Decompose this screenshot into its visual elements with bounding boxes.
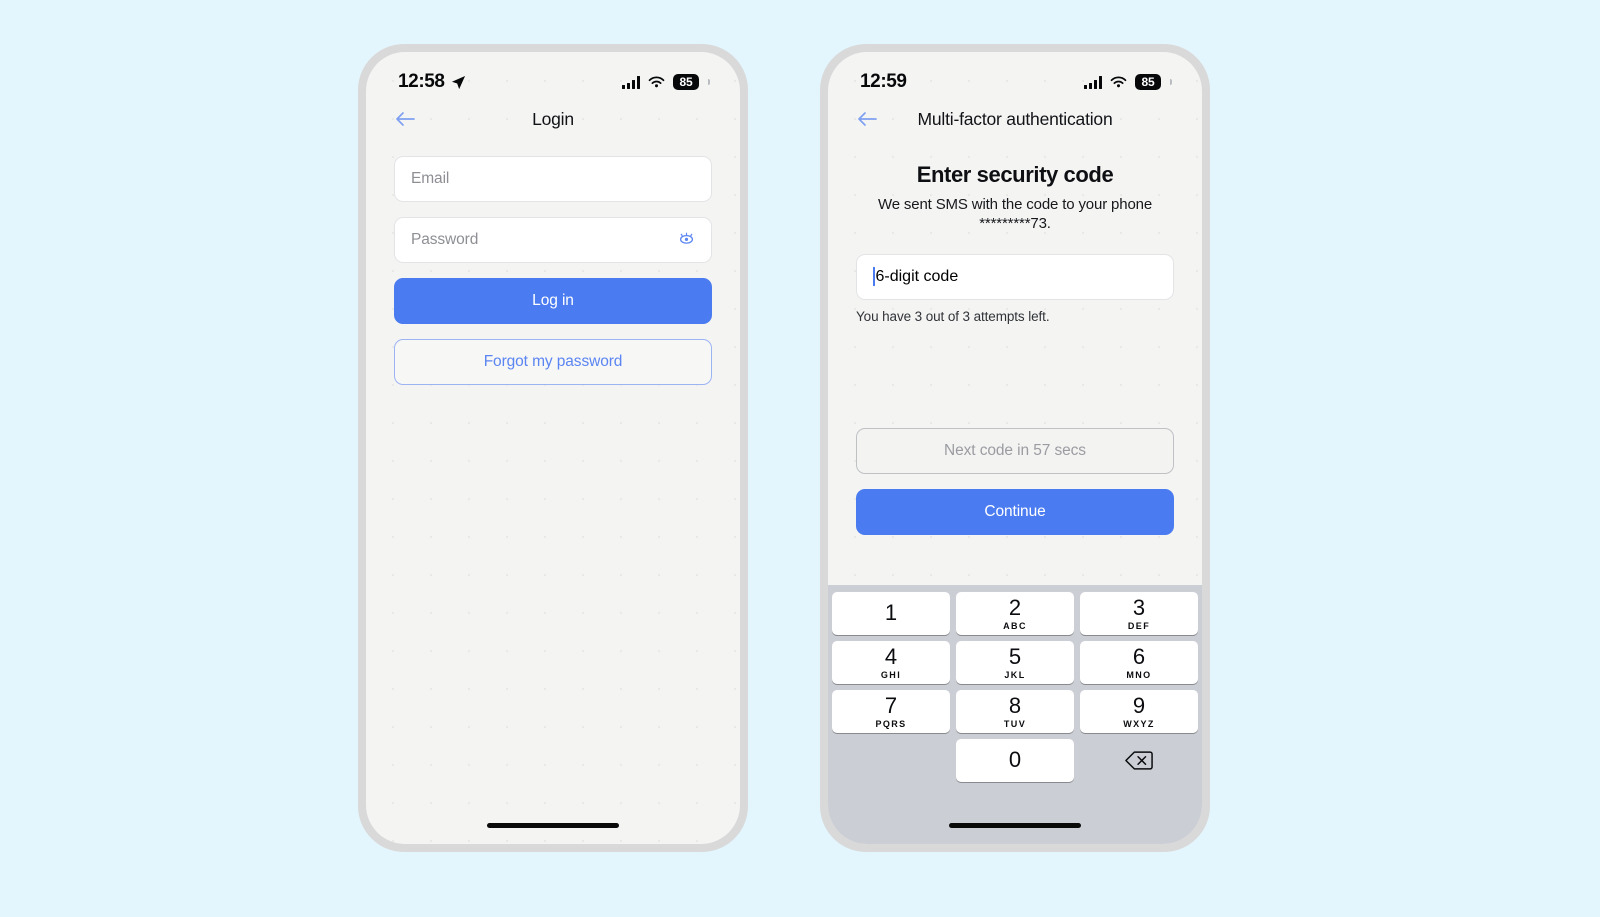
key-8[interactable]: 8 TUV — [956, 690, 1074, 733]
key-number: 1 — [884, 599, 898, 625]
home-indicator-mfa — [949, 823, 1081, 828]
attempts-text: You have 3 out of 3 attempts left. — [856, 308, 1050, 324]
back-arrow-icon — [858, 112, 877, 126]
numeric-keypad: 1 2 ABC 3 DEF 4 GHI 5 JKL 6 MNO 7 PQRS 8… — [828, 585, 1202, 844]
nav-bar-login: Login — [366, 98, 740, 140]
phone-mfa: 12:59 85 Multi-factor authentication Ent… — [820, 44, 1210, 852]
key-letters: WXYZ — [1123, 718, 1155, 729]
key-letters: GHI — [880, 669, 902, 680]
code-input[interactable]: 6-digit code — [856, 253, 1174, 300]
key-number: 6 — [1132, 643, 1146, 669]
key-delete[interactable] — [1080, 739, 1198, 782]
key-4[interactable]: 4 GHI — [832, 641, 950, 684]
mfa-heading: Enter security code — [916, 162, 1114, 187]
key-number: 2 — [1008, 594, 1022, 620]
status-time-group: 12:58 — [398, 71, 466, 93]
page-title-mfa: Multi-factor authentication — [917, 108, 1113, 129]
key-number: 8 — [1008, 692, 1022, 718]
key-2[interactable]: 2 ABC — [956, 592, 1074, 635]
login-button[interactable]: Log in — [394, 278, 712, 324]
keypad-row-4: 0 — [832, 739, 1198, 782]
backspace-icon — [1125, 751, 1153, 770]
wifi-icon — [1110, 76, 1127, 87]
status-bar-login: 12:58 85 — [366, 52, 740, 98]
password-field[interactable]: Password — [394, 217, 712, 263]
key-3[interactable]: 3 DEF — [1080, 592, 1198, 635]
login-form: Email Password Log in Forgot my password — [366, 140, 740, 385]
email-field[interactable]: Email — [394, 156, 712, 202]
page-canvas: 12:58 85 Login Email Password Log in For… — [0, 0, 1600, 917]
page-title-login: Login — [532, 108, 574, 129]
back-button-login[interactable] — [392, 106, 418, 132]
mfa-screen: 12:59 85 Multi-factor authentication Ent… — [828, 52, 1202, 844]
back-arrow-icon — [396, 112, 415, 126]
mfa-form: 6-digit code You have 3 out of 3 attempt… — [828, 253, 1202, 535]
battery-indicator: 85 — [1135, 74, 1161, 90]
key-7[interactable]: 7 PQRS — [832, 690, 950, 733]
key-number: 3 — [1132, 594, 1146, 620]
key-1[interactable]: 1 — [832, 592, 950, 635]
battery-indicator: 85 — [673, 74, 699, 90]
battery-cap-icon — [1170, 79, 1172, 85]
status-bar-mfa: 12:59 85 — [828, 52, 1202, 98]
email-placeholder: Email — [411, 170, 450, 187]
login-screen: 12:58 85 Login Email Password Log in For… — [366, 52, 740, 844]
wifi-icon — [648, 76, 665, 87]
status-time-group-mfa: 12:59 — [860, 71, 907, 93]
phone-login: 12:58 85 Login Email Password Log in For… — [358, 44, 748, 852]
key-blank-left — [832, 739, 950, 782]
keypad-row-3: 7 PQRS 8 TUV 9 WXYZ — [832, 690, 1198, 733]
battery-cap-icon — [708, 79, 710, 85]
key-letters: JKL — [1004, 669, 1026, 680]
continue-button[interactable]: Continue — [856, 488, 1174, 535]
cellular-bars-icon — [622, 75, 640, 89]
home-indicator-login — [487, 823, 619, 828]
password-placeholder: Password — [411, 231, 479, 248]
mfa-subtitle: We sent SMS with the code to your phone … — [877, 196, 1153, 232]
key-number: 0 — [1008, 746, 1022, 772]
keypad-row-2: 4 GHI 5 JKL 6 MNO — [832, 641, 1198, 684]
location-arrow-icon — [451, 75, 465, 89]
eye-icon — [679, 232, 694, 244]
key-letters: MNO — [1126, 669, 1152, 680]
key-number: 4 — [884, 643, 898, 669]
status-icons-login: 85 — [622, 74, 710, 90]
key-6[interactable]: 6 MNO — [1080, 641, 1198, 684]
show-password-button[interactable] — [676, 230, 697, 250]
status-time: 12:58 — [398, 71, 445, 92]
key-number: 7 — [884, 692, 898, 718]
key-number: 5 — [1008, 643, 1022, 669]
keypad-bottom-space — [832, 788, 1198, 844]
key-5[interactable]: 5 JKL — [956, 641, 1074, 684]
key-letters: TUV — [1003, 718, 1027, 729]
nav-bar-mfa: Multi-factor authentication — [828, 98, 1202, 140]
status-time-mfa: 12:59 — [860, 71, 907, 92]
key-0[interactable]: 0 — [956, 739, 1074, 782]
keypad-row-1: 1 2 ABC 3 DEF — [832, 592, 1198, 635]
key-number: 9 — [1132, 692, 1146, 718]
resend-code-button[interactable]: Next code in 57 secs — [856, 427, 1174, 474]
key-9[interactable]: 9 WXYZ — [1080, 690, 1198, 733]
code-placeholder: 6-digit code — [875, 267, 959, 285]
key-letters: DEF — [1127, 620, 1151, 631]
cellular-bars-icon — [1084, 75, 1102, 89]
status-icons-mfa: 85 — [1084, 74, 1172, 90]
key-letters: ABC — [1003, 620, 1027, 631]
mfa-header: Enter security code We sent SMS with the… — [828, 140, 1202, 234]
back-button-mfa[interactable] — [854, 106, 880, 132]
key-letters: PQRS — [875, 718, 907, 729]
forgot-password-button[interactable]: Forgot my password — [394, 339, 712, 385]
text-caret — [873, 267, 875, 286]
